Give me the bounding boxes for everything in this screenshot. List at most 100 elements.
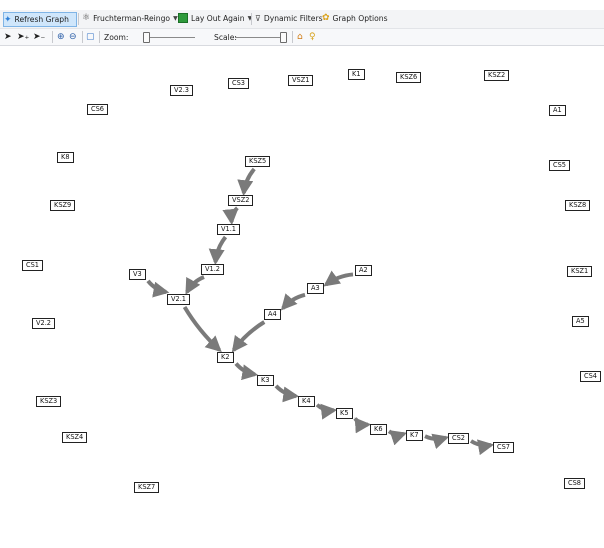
graph-edge [231, 320, 266, 353]
refresh-graph-label: Refresh Graph [14, 15, 69, 24]
graph-options-label: Graph Options [332, 13, 388, 23]
graph-node[interactable]: KSZ1 [567, 266, 593, 277]
zoom-out-button[interactable]: ⊖ [69, 29, 77, 45]
lay-out-again-button[interactable]: Lay Out Again ▼ [178, 10, 252, 26]
graph-node[interactable]: K2 [217, 352, 234, 363]
graph-edge [353, 417, 372, 434]
select-pointer-button[interactable]: ➤ [4, 29, 12, 45]
refresh-star-icon: ✦ [4, 14, 12, 25]
graph-node[interactable]: KSZ5 [245, 156, 271, 167]
graph-node[interactable]: A4 [264, 309, 281, 320]
graph-node[interactable]: V1.1 [217, 224, 240, 235]
graph-node[interactable]: K8 [57, 152, 74, 163]
scale-label: Scale: [214, 32, 237, 42]
graph-options-button[interactable]: ✿ Graph Options [322, 10, 388, 26]
zoom-label: Zoom: [104, 32, 129, 42]
zoom-slider-track[interactable] [143, 37, 195, 38]
graph-node[interactable]: KSZ7 [134, 482, 160, 493]
graph-node[interactable]: K6 [370, 424, 387, 435]
highlight-button[interactable]: ♀ [309, 29, 316, 45]
main-toolbar: ✦ Refresh Graph ⚛ Fruchterman-Reingo ▼ L… [0, 10, 604, 29]
graph-canvas[interactable]: V2.3 CS3 VSZ1 K1 KSZ6 KSZ2 CS6 A1 K8 KSZ5 CS5 VSZ2 K… [0, 46, 604, 548]
graph-edge [387, 429, 408, 446]
graph-node[interactable]: CS4 [580, 371, 601, 382]
graph-node[interactable]: K4 [298, 396, 315, 407]
graph-node[interactable]: KSZ9 [50, 200, 76, 211]
graph-node[interactable]: KSZ8 [565, 200, 591, 211]
lay-out-again-label: Lay Out Again [191, 13, 245, 23]
select-preceding-button[interactable]: ➤₋ [33, 29, 45, 45]
graph-node[interactable]: V3 [129, 269, 146, 280]
pointer-plus-icon: ➤₊ [17, 32, 30, 42]
toolbar-divider [82, 31, 83, 43]
bulb-icon: ♀ [309, 32, 316, 42]
graph-edge [234, 362, 259, 381]
graph-edge [315, 403, 338, 420]
graph-node[interactable]: A2 [355, 265, 372, 276]
dynamic-filters-button[interactable]: ⊽ Dynamic Filters [255, 10, 323, 26]
graph-edge [424, 433, 450, 450]
graph-node[interactable]: V2.2 [32, 318, 55, 329]
secondary-toolbar: ➤ ➤₊ ➤₋ ⊕ ⊖ ▢ Zoom: Scale: ⌂ ♀ [0, 29, 604, 46]
graph-node[interactable]: CS8 [564, 478, 585, 489]
toolbar-divider [52, 31, 53, 43]
graph-node[interactable]: V2.3 [170, 85, 193, 96]
graph-edge [208, 235, 228, 266]
zoom-out-icon: ⊖ [69, 32, 77, 42]
graph-node[interactable]: A3 [307, 283, 324, 294]
graph-node[interactable]: K5 [336, 408, 353, 419]
graph-node[interactable]: KSZ3 [36, 396, 62, 407]
fit-to-window-button[interactable]: ▢ [86, 29, 95, 45]
pointer-minus-icon: ➤₋ [33, 32, 46, 42]
home-icon: ⌂ [297, 32, 303, 42]
graph-node[interactable]: CS6 [87, 104, 108, 115]
graph-edge [146, 279, 170, 298]
graph-node[interactable]: KSZ2 [484, 70, 510, 81]
graph-node[interactable]: K1 [348, 69, 365, 80]
graph-edges [146, 167, 495, 456]
graph-node[interactable]: K3 [257, 375, 274, 386]
graph-edge [237, 167, 256, 197]
scale-slider-thumb[interactable] [279, 32, 287, 43]
layout-select-button[interactable]: ⚛ Fruchterman-Reingo ▼ [82, 10, 178, 26]
graph-node[interactable]: A5 [572, 316, 589, 327]
dynamic-filters-label: Dynamic Filters [263, 13, 323, 23]
graph-node[interactable]: CS3 [228, 78, 249, 89]
refresh-graph-button[interactable]: ✦ Refresh Graph [3, 12, 77, 27]
graph-edge [280, 292, 306, 311]
select-subsequent-button[interactable]: ➤₊ [17, 29, 29, 45]
graph-node[interactable]: K7 [406, 430, 423, 441]
layout-graph-icon: ⚛ [82, 13, 91, 23]
graph-node[interactable]: CS1 [22, 260, 43, 271]
filter-funnel-icon: ⊽ [255, 13, 261, 23]
layout-again-icon [178, 13, 188, 23]
zoom-slider-thumb[interactable] [142, 32, 150, 43]
toolbar-divider [251, 13, 252, 25]
zoom-in-button[interactable]: ⊕ [57, 29, 65, 45]
chevron-down-icon: ▼ [173, 14, 178, 22]
home-button[interactable]: ⌂ [297, 29, 303, 45]
graph-node[interactable]: V1.2 [201, 264, 224, 275]
graph-edge [222, 206, 239, 226]
graph-edge [182, 305, 222, 353]
graph-node[interactable]: VSZ2 [228, 195, 254, 206]
graph-node[interactable]: CS7 [493, 442, 514, 453]
graph-edge [323, 270, 354, 287]
graph-edge [185, 275, 205, 295]
graph-edge [274, 384, 300, 403]
toolbar-divider [292, 31, 293, 43]
fit-window-icon: ▢ [86, 32, 95, 42]
toolbar-divider [78, 13, 79, 25]
graph-node[interactable]: CS2 [448, 433, 469, 444]
toolbar-divider [99, 31, 100, 43]
graph-node[interactable]: V2.1 [167, 294, 190, 305]
graph-node[interactable]: KSZ4 [62, 432, 88, 443]
graph-node[interactable]: KSZ6 [396, 72, 422, 83]
layout-select-label: Fruchterman-Reingo [93, 13, 171, 23]
graph-node[interactable]: VSZ1 [288, 75, 314, 86]
graph-node[interactable]: CS5 [549, 160, 570, 171]
scale-slider-track[interactable] [235, 37, 285, 38]
pointer-icon: ➤ [4, 32, 12, 42]
graph-node[interactable]: A1 [549, 105, 566, 116]
zoom-in-icon: ⊕ [57, 32, 65, 42]
